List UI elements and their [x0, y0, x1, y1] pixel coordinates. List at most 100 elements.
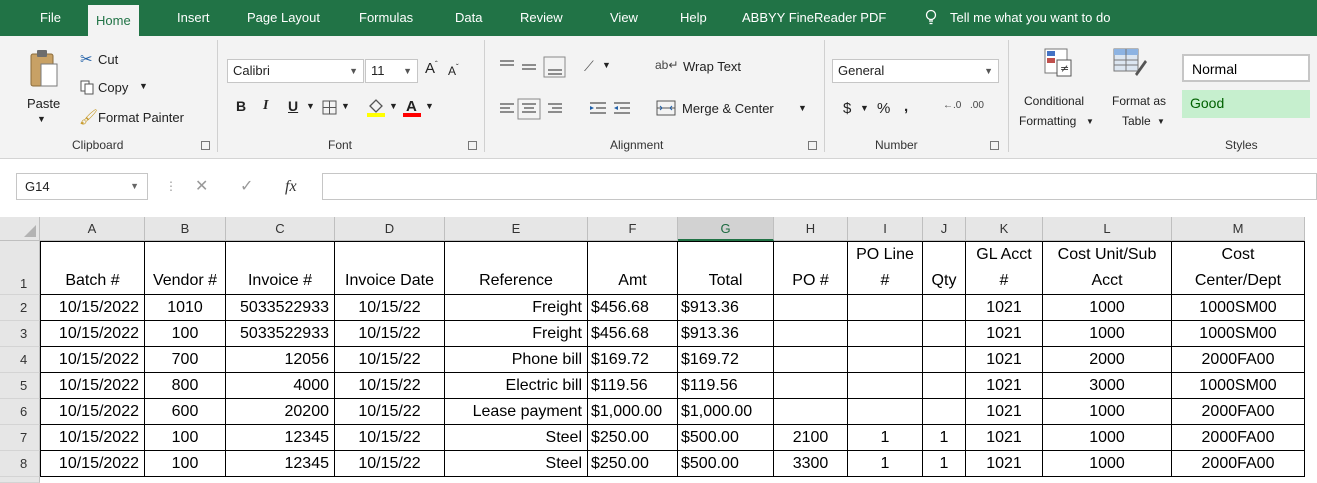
cell-g3[interactable]: $913.36	[678, 321, 774, 347]
header-cell-h[interactable]: PO #	[774, 241, 848, 295]
merge-center-icon[interactable]	[656, 100, 676, 116]
cell-m2[interactable]: 1000SM00	[1172, 295, 1305, 321]
cell-a6[interactable]: 10/15/2022	[40, 399, 145, 425]
paste-dropdown-icon[interactable]: ▼	[37, 114, 46, 124]
borders-icon[interactable]	[322, 100, 337, 115]
column-header-b[interactable]: B	[145, 217, 226, 241]
tab-insert[interactable]: Insert	[177, 0, 210, 36]
font-dialog-launcher[interactable]	[468, 141, 477, 150]
fill-color-icon[interactable]	[365, 96, 387, 118]
tab-data[interactable]: Data	[455, 0, 482, 36]
cell-m8[interactable]: 2000FA00	[1172, 451, 1305, 477]
cell-m6[interactable]: 2000FA00	[1172, 399, 1305, 425]
cut-icon[interactable]: ✂	[80, 50, 93, 68]
bold-button[interactable]: B	[236, 98, 246, 114]
conditional-formatting-label-1[interactable]: Conditional	[1024, 94, 1084, 108]
header-cell-j[interactable]: Qty	[923, 241, 966, 295]
header-cell-k[interactable]: GL Acct #	[966, 241, 1043, 295]
orientation-dropdown-icon[interactable]: ▼	[602, 60, 611, 70]
header-cell-i[interactable]: PO Line #	[848, 241, 923, 295]
cell-i7[interactable]: 1	[848, 425, 923, 451]
cell-b2[interactable]: 1010	[145, 295, 226, 321]
row-header-8[interactable]: 8	[0, 451, 40, 477]
tab-abbyy-finereader[interactable]: ABBYY FineReader PDF	[742, 0, 886, 36]
accounting-dropdown-icon[interactable]: ▼	[860, 103, 869, 113]
row-header-5[interactable]: 5	[0, 373, 40, 399]
conditional-formatting-dropdown-icon[interactable]: ▼	[1086, 117, 1094, 126]
header-cell-g[interactable]: Total	[678, 241, 774, 295]
column-header-d[interactable]: D	[335, 217, 445, 241]
cell-h7[interactable]: 2100	[774, 425, 848, 451]
font-name-combo[interactable]: Calibri ▼	[227, 59, 364, 83]
cell-c2[interactable]: 5033522933	[226, 295, 335, 321]
tab-formulas[interactable]: Formulas	[359, 0, 413, 36]
row-header-3[interactable]: 3	[0, 321, 40, 347]
cell-b4[interactable]: 700	[145, 347, 226, 373]
conditional-formatting-label-2[interactable]: Formatting	[1019, 114, 1076, 128]
cell-m5[interactable]: 1000SM00	[1172, 373, 1305, 399]
header-cell-l[interactable]: Cost Unit/Sub Acct	[1043, 241, 1172, 295]
merge-center-button[interactable]: Merge & Center	[682, 101, 774, 116]
cell-i5[interactable]	[848, 373, 923, 399]
copy-button[interactable]: Copy	[98, 80, 128, 95]
format-as-table-label-2[interactable]: Table	[1122, 114, 1151, 128]
percent-style-button[interactable]: %	[877, 100, 890, 117]
cell-h6[interactable]	[774, 399, 848, 425]
underline-dropdown-icon[interactable]: ▼	[306, 101, 315, 111]
column-header-g[interactable]: G	[678, 217, 774, 241]
column-header-i[interactable]: I	[848, 217, 923, 241]
cell-l7[interactable]: 1000	[1043, 425, 1172, 451]
cell-l4[interactable]: 2000	[1043, 347, 1172, 373]
header-cell-d[interactable]: Invoice Date	[335, 241, 445, 295]
cell-h5[interactable]	[774, 373, 848, 399]
cell-d8[interactable]: 10/15/22	[335, 451, 445, 477]
column-header-m[interactable]: M	[1172, 217, 1305, 241]
font-color-icon[interactable]: A	[402, 96, 422, 118]
cell-g6[interactable]: $1,000.00	[678, 399, 774, 425]
header-cell-a[interactable]: Batch #	[40, 241, 145, 295]
cell-k5[interactable]: 1021	[966, 373, 1043, 399]
cell-b7[interactable]: 100	[145, 425, 226, 451]
column-header-f[interactable]: F	[588, 217, 678, 241]
column-header-c[interactable]: C	[226, 217, 335, 241]
header-cell-b[interactable]: Vendor #	[145, 241, 226, 295]
format-painter-button[interactable]: Format Painter	[98, 110, 184, 125]
cell-d2[interactable]: 10/15/22	[335, 295, 445, 321]
cell-e8[interactable]: Steel	[445, 451, 588, 477]
cell-m7[interactable]: 2000FA00	[1172, 425, 1305, 451]
cell-k2[interactable]: 1021	[966, 295, 1043, 321]
cell-k8[interactable]: 1021	[966, 451, 1043, 477]
column-header-e[interactable]: E	[445, 217, 588, 241]
cell-a4[interactable]: 10/15/2022	[40, 347, 145, 373]
cell-b6[interactable]: 600	[145, 399, 226, 425]
cell-j3[interactable]	[923, 321, 966, 347]
cell-e7[interactable]: Steel	[445, 425, 588, 451]
cell-h4[interactable]	[774, 347, 848, 373]
cell-c6[interactable]: 20200	[226, 399, 335, 425]
format-painter-icon[interactable]: 🖌	[79, 108, 98, 126]
cell-l3[interactable]: 1000	[1043, 321, 1172, 347]
cell-h2[interactable]	[774, 295, 848, 321]
number-format-combo[interactable]: General ▼	[832, 59, 999, 83]
header-cell-e[interactable]: Reference	[445, 241, 588, 295]
cell-b3[interactable]: 100	[145, 321, 226, 347]
cell-f6[interactable]: $1,000.00	[588, 399, 678, 425]
header-cell-c[interactable]: Invoice #	[226, 241, 335, 295]
comma-style-button[interactable]: ,	[904, 98, 908, 115]
merge-center-dropdown-icon[interactable]: ▼	[798, 103, 807, 113]
select-all-corner[interactable]	[0, 217, 40, 241]
tab-home[interactable]: Home	[88, 5, 139, 36]
cell-a2[interactable]: 10/15/2022	[40, 295, 145, 321]
cell-c3[interactable]: 5033522933	[226, 321, 335, 347]
row-header-7[interactable]: 7	[0, 425, 40, 451]
cell-c5[interactable]: 4000	[226, 373, 335, 399]
font-size-combo[interactable]: 11 ▼	[365, 59, 418, 83]
cell-d6[interactable]: 10/15/22	[335, 399, 445, 425]
tell-me-search[interactable]: Tell me what you want to do	[950, 0, 1110, 36]
format-as-table-label-1[interactable]: Format as	[1112, 94, 1166, 108]
cell-g8[interactable]: $500.00	[678, 451, 774, 477]
vertical-align-icons[interactable]	[498, 56, 566, 78]
orientation-icon[interactable]: ⟋	[584, 58, 594, 75]
tab-page-layout[interactable]: Page Layout	[247, 0, 320, 36]
column-header-j[interactable]: J	[923, 217, 966, 241]
